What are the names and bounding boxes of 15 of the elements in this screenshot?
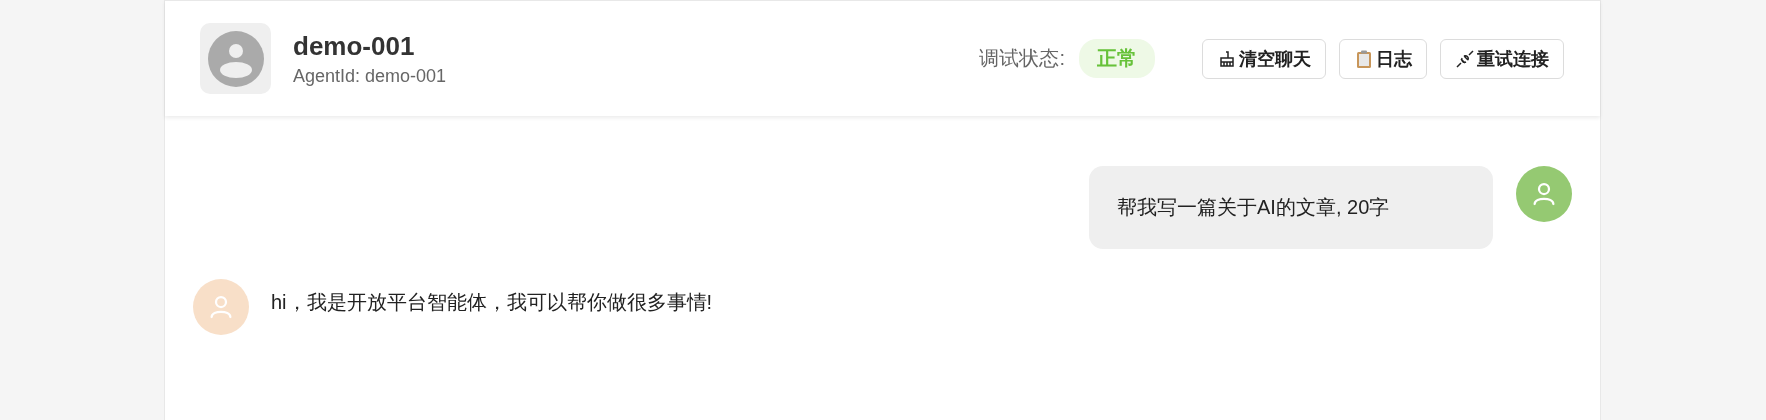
bot-avatar — [193, 279, 249, 335]
agent-name: demo-001 — [293, 30, 416, 62]
broom-icon — [1217, 48, 1237, 69]
status-label: 调试状态: — [979, 46, 1065, 71]
agent-avatar — [200, 23, 271, 94]
log-button[interactable]: 日志 — [1339, 38, 1427, 79]
user-avatar — [1516, 166, 1572, 222]
reconnect-button[interactable]: 重试连接 — [1440, 38, 1564, 79]
message-bubble: 帮我写一篇关于AI的文章, 20字 — [1089, 166, 1493, 249]
bot-message: hi，我是开放平台智能体，我可以帮你做很多事情! — [271, 290, 713, 315]
status-badge: 正常 — [1079, 39, 1155, 78]
plug-icon — [1455, 48, 1475, 69]
agent-id: AgentId: demo-001 — [293, 65, 447, 87]
clipboard-icon — [1354, 48, 1374, 69]
clear-button[interactable]: 清空聊天 — [1202, 38, 1326, 79]
